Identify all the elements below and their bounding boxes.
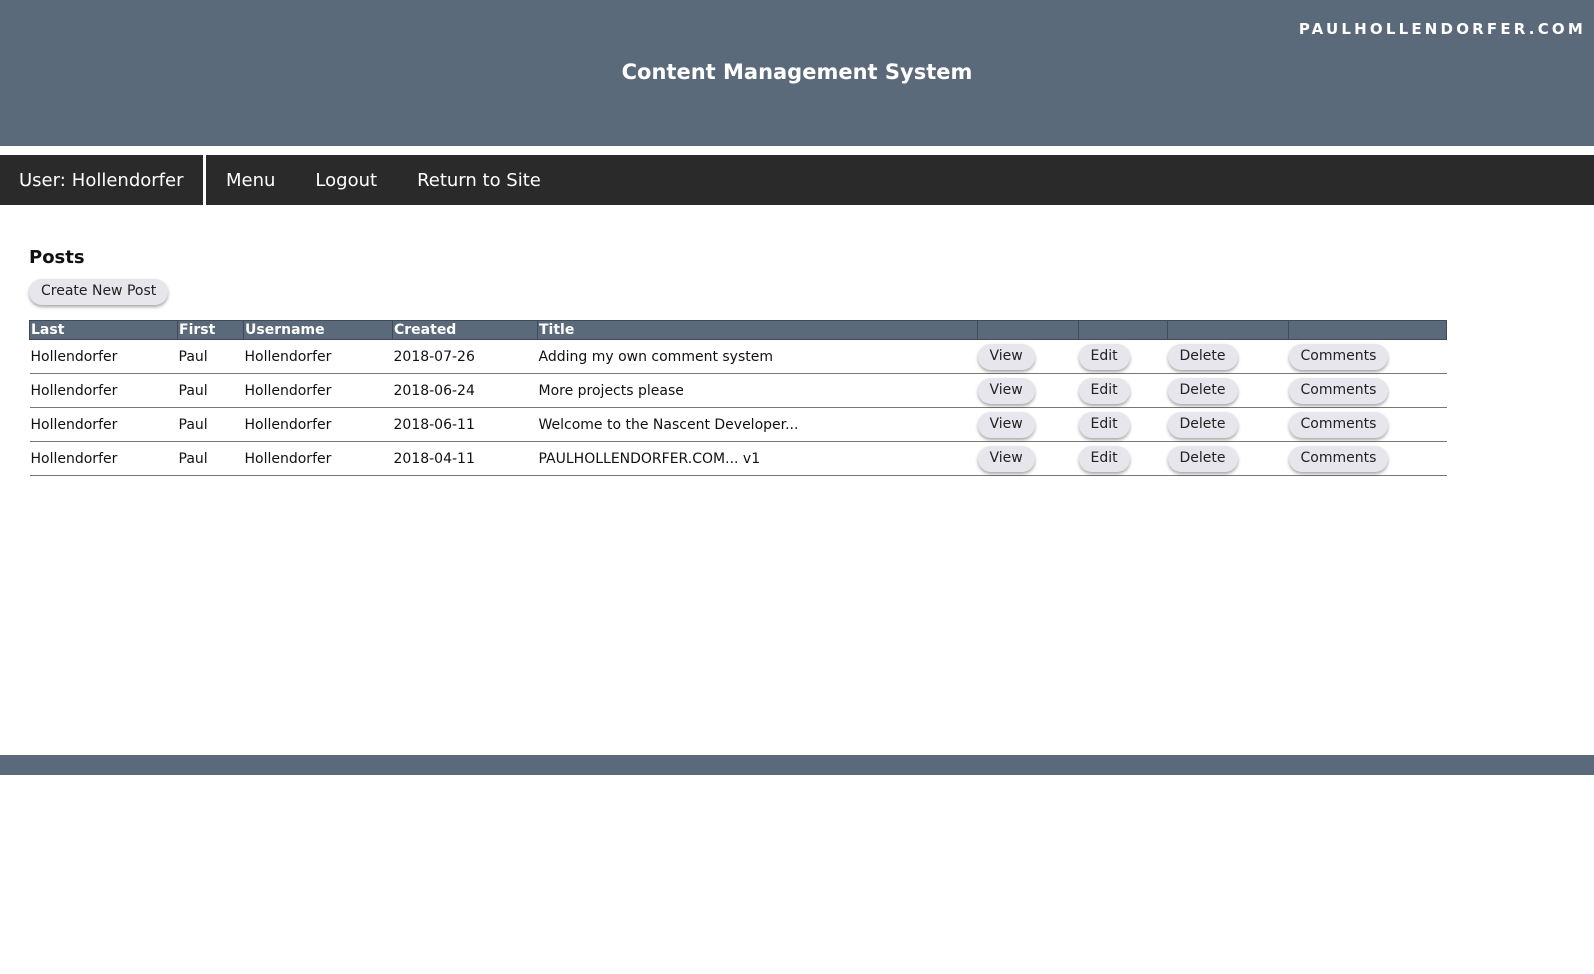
nav-link-menu[interactable]: Menu (226, 170, 275, 191)
top-navbar: User: Hollendorfer Menu Logout Return to… (0, 155, 1594, 205)
cell-username: Hollendorfer (243, 339, 393, 374)
cell-delete: Delete (1167, 373, 1289, 408)
page-header: PAULHOLLENDORFER.COM Content Management … (0, 0, 1594, 146)
cell-username: Hollendorfer (243, 441, 393, 476)
cell-last: Hollendorfer (29, 373, 178, 408)
user-name: Hollendorfer (71, 169, 184, 191)
column-header-delete (1167, 320, 1289, 340)
cell-title: More projects please (537, 373, 978, 408)
cell-delete: Delete (1167, 441, 1289, 476)
view-button[interactable]: View (977, 445, 1035, 472)
nav-link-logout[interactable]: Logout (315, 170, 377, 191)
table-row: Hollendorfer Paul Hollendorfer 2018-07-2… (29, 339, 1447, 374)
table-row: Hollendorfer Paul Hollendorfer 2018-06-2… (29, 373, 1447, 408)
delete-button[interactable]: Delete (1167, 343, 1238, 370)
current-user: User: Hollendorfer (0, 155, 206, 205)
cell-delete: Delete (1167, 407, 1289, 442)
cell-username: Hollendorfer (243, 407, 393, 442)
cell-username: Hollendorfer (243, 373, 393, 408)
main-content: Posts Create New Post Last First Usernam… (29, 245, 1469, 476)
cell-created: 2018-06-11 (392, 407, 538, 442)
cell-last: Hollendorfer (29, 407, 178, 442)
comments-button[interactable]: Comments (1288, 343, 1389, 370)
comments-button[interactable]: Comments (1288, 377, 1389, 404)
cell-created: 2018-07-26 (392, 339, 538, 374)
cell-comments: Comments (1288, 407, 1447, 442)
column-header-title: Title (537, 320, 978, 340)
cell-edit: Edit (1078, 441, 1168, 476)
cell-edit: Edit (1078, 339, 1168, 374)
cell-first: Paul (177, 441, 244, 476)
column-header-username: Username (243, 320, 393, 340)
nav-links: Menu Logout Return to Site (206, 155, 581, 205)
cell-edit: Edit (1078, 373, 1168, 408)
view-button[interactable]: View (977, 343, 1035, 370)
column-header-first: First (177, 320, 244, 340)
cell-title: Welcome to the Nascent Developer... (537, 407, 978, 442)
posts-table: Last First Username Created Title Hollen… (29, 320, 1447, 476)
delete-button[interactable]: Delete (1167, 377, 1238, 404)
comments-button[interactable]: Comments (1288, 411, 1389, 438)
view-button[interactable]: View (977, 411, 1035, 438)
cell-delete: Delete (1167, 339, 1289, 374)
app-title: Content Management System (621, 60, 973, 84)
column-header-edit (1078, 320, 1168, 340)
cell-first: Paul (177, 407, 244, 442)
edit-button[interactable]: Edit (1078, 445, 1130, 472)
user-label: User: (19, 169, 66, 191)
column-header-view (977, 320, 1079, 340)
page-footer (0, 755, 1594, 775)
site-name[interactable]: PAULHOLLENDORFER.COM (1299, 20, 1586, 38)
edit-button[interactable]: Edit (1078, 411, 1130, 438)
section-title: Posts (29, 247, 85, 268)
nav-link-return-to-site[interactable]: Return to Site (417, 170, 541, 191)
cell-created: 2018-06-24 (392, 373, 538, 408)
column-header-last: Last (29, 320, 178, 340)
view-button[interactable]: View (977, 377, 1035, 404)
table-row: Hollendorfer Paul Hollendorfer 2018-06-1… (29, 407, 1447, 442)
cell-comments: Comments (1288, 441, 1447, 476)
cell-created: 2018-04-11 (392, 441, 538, 476)
cell-edit: Edit (1078, 407, 1168, 442)
column-header-created: Created (392, 320, 538, 340)
delete-button[interactable]: Delete (1167, 411, 1238, 438)
comments-button[interactable]: Comments (1288, 445, 1389, 472)
edit-button[interactable]: Edit (1078, 377, 1130, 404)
delete-button[interactable]: Delete (1167, 445, 1238, 472)
cell-view: View (977, 407, 1079, 442)
create-new-post-button[interactable]: Create New Post (29, 279, 169, 305)
cell-comments: Comments (1288, 373, 1447, 408)
cell-view: View (977, 339, 1079, 374)
cell-title: PAULHOLLENDORFER.COM... v1 (537, 441, 978, 476)
table-header-row: Last First Username Created Title (29, 320, 1447, 340)
cell-view: View (977, 441, 1079, 476)
cell-first: Paul (177, 339, 244, 374)
cell-last: Hollendorfer (29, 441, 178, 476)
edit-button[interactable]: Edit (1078, 343, 1130, 370)
cell-first: Paul (177, 373, 244, 408)
cell-view: View (977, 373, 1079, 408)
column-header-comments (1288, 320, 1447, 340)
cell-title: Adding my own comment system (537, 339, 978, 374)
cell-last: Hollendorfer (29, 339, 178, 374)
table-row: Hollendorfer Paul Hollendorfer 2018-04-1… (29, 441, 1447, 476)
cell-comments: Comments (1288, 339, 1447, 374)
